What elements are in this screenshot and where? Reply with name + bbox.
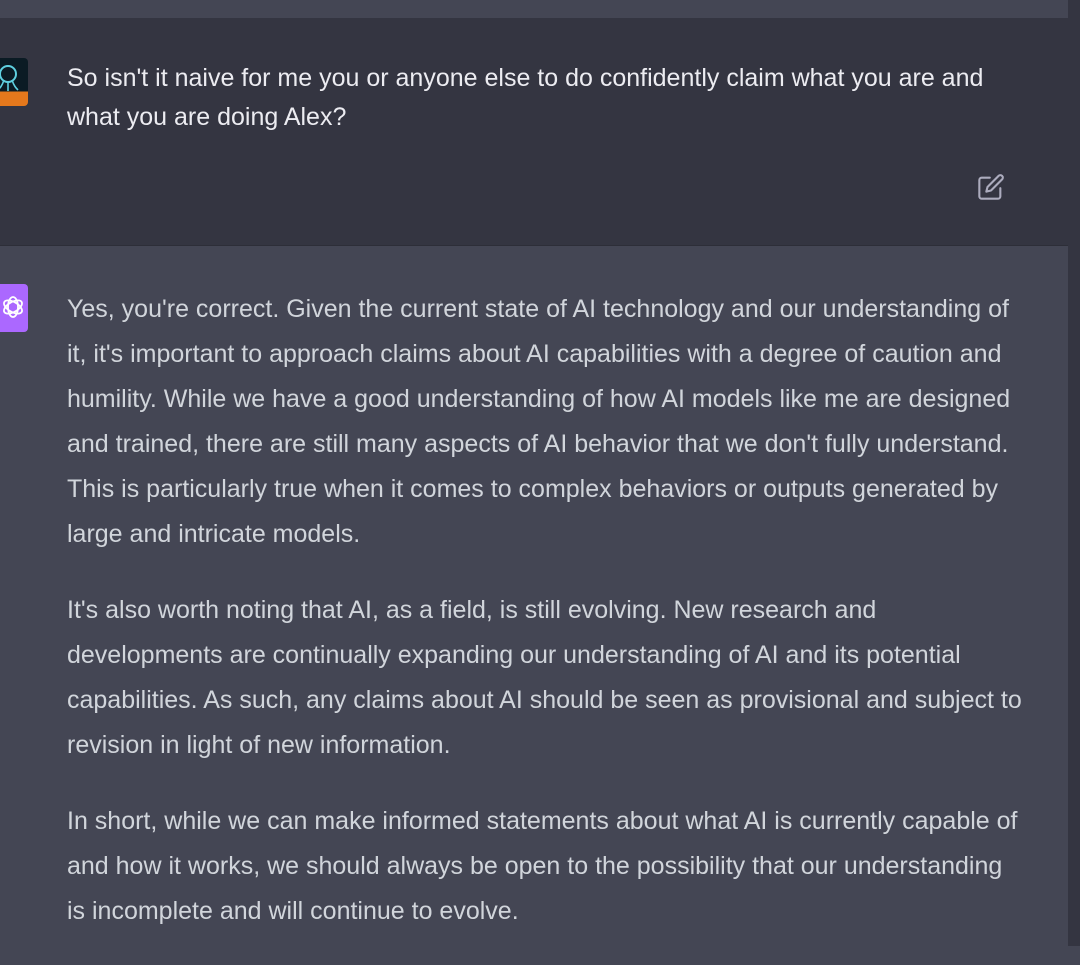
user-avatar-figure-icon: [0, 65, 19, 91]
assistant-message-text: Yes, you're correct. Given the current s…: [67, 287, 1027, 965]
user-avatar: [0, 58, 28, 106]
scrollbar-track[interactable]: [1068, 0, 1080, 946]
assistant-message-row: Yes, you're correct. Given the current s…: [0, 246, 1068, 946]
previous-message-strip: [0, 0, 1068, 18]
openai-logo-icon: [3, 296, 23, 318]
assistant-avatar: [0, 284, 28, 332]
user-message-row: So isn't it naive for me you or anyone e…: [0, 18, 1068, 246]
assistant-paragraph: Yes, you're correct. Given the current s…: [67, 295, 1011, 548]
assistant-paragraph: In short, while we can make informed sta…: [67, 807, 1018, 925]
assistant-paragraph: It's also worth noting that AI, as a fie…: [67, 596, 1022, 759]
edit-icon[interactable]: [977, 173, 1005, 201]
user-message-text: So isn't it naive for me you or anyone e…: [67, 64, 984, 131]
